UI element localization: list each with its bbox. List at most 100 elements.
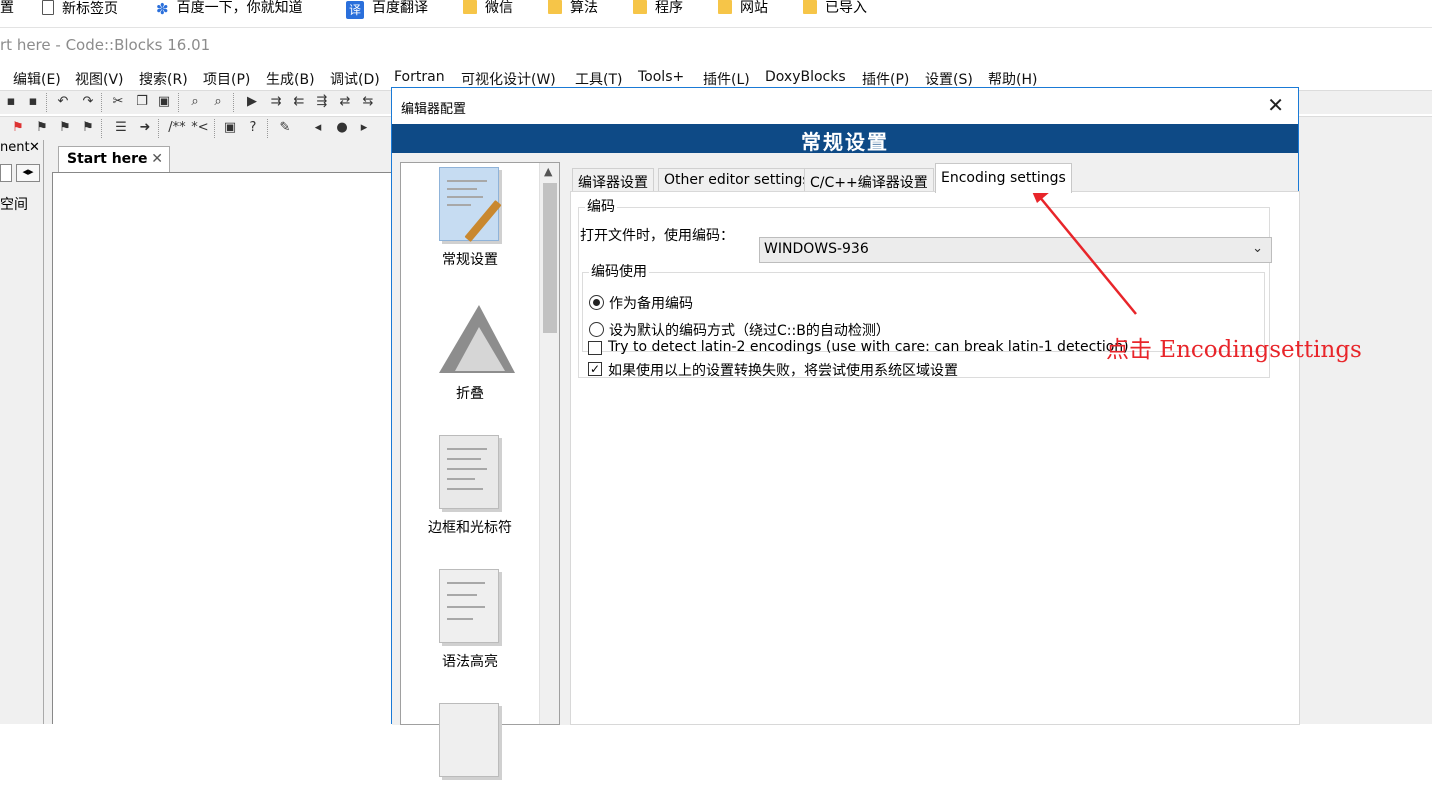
folder-icon <box>463 0 477 14</box>
tab-compiler-settings[interactable]: 编译器设置 <box>572 168 654 192</box>
category-general-settings[interactable]: 常规设置 <box>401 165 539 269</box>
category-syntax-highlight[interactable]: 语法高亮 <box>401 567 539 671</box>
bookmark-folder-algorithms[interactable]: 算法 <box>548 0 598 18</box>
menu-help[interactable]: 帮助(H) <box>988 69 1037 89</box>
forward-icon[interactable]: ▸ <box>356 120 372 136</box>
menu-edit[interactable]: 编辑(E) <box>13 69 61 89</box>
doxy-help-icon[interactable]: ? <box>245 120 261 136</box>
panel-tab-projects[interactable] <box>0 164 12 182</box>
step-out-icon[interactable]: ⇇ <box>291 94 307 110</box>
default-encoding-label[interactable]: 设为默认的编码方式（绕过C::B的自动检测） <box>609 320 890 340</box>
close-icon[interactable]: ✕ <box>1267 94 1284 116</box>
system-locale-checkbox[interactable]: ✓ <box>588 362 602 376</box>
wrench-icon[interactable]: ✎ <box>277 120 293 136</box>
editor-canvas[interactable] <box>52 172 392 724</box>
bookmark-baidu[interactable]: ✽ 百度一下，你就知道 <box>156 0 303 18</box>
menu-settings[interactable]: 设置(S) <box>925 69 973 89</box>
menu-visual-design[interactable]: 可视化设计(W) <box>461 69 556 89</box>
doxywizard-icon[interactable]: ▣ <box>222 120 238 136</box>
fallback-encoding-label[interactable]: 作为备用编码 <box>609 293 693 313</box>
doxy-block-comment-button[interactable]: /** <box>167 120 187 136</box>
next-bookmark-icon[interactable]: ⚑ <box>57 120 73 136</box>
chevron-up-icon[interactable]: ▲ <box>544 165 552 178</box>
bookmark-label: 新标签页 <box>62 1 118 17</box>
doxy-line-comment-button[interactable]: *< <box>190 120 210 136</box>
system-locale-label[interactable]: 如果使用以上的设置转换失败，将尝试使用系统区域设置 <box>608 360 958 380</box>
menu-tools[interactable]: 工具(T) <box>575 69 622 89</box>
syntax-highlight-icon <box>435 567 505 645</box>
save-all-icon[interactable]: ▪ <box>25 94 41 110</box>
latin2-detect-label[interactable]: Try to detect latin-2 encodings (use wit… <box>608 339 1129 355</box>
close-icon[interactable]: ✕ <box>29 140 40 155</box>
category-scrollbar[interactable]: ▲ <box>539 163 559 724</box>
prev-bookmark-icon[interactable]: ⚑ <box>34 120 50 136</box>
category-margins-caret[interactable]: 边框和光标符 <box>401 433 539 537</box>
jump-icon[interactable]: ➜ <box>137 120 153 136</box>
back-icon[interactable]: ◂ <box>310 120 326 136</box>
bookmark-new-tab[interactable]: 新标签页 <box>42 0 118 18</box>
category-label: 边框和光标符 <box>428 520 512 536</box>
bookmark-partial[interactable]: 置 <box>0 0 14 18</box>
menu-tools-plus[interactable]: Tools+ <box>638 69 684 85</box>
workspace-item[interactable]: 空间 <box>0 194 28 214</box>
category-next[interactable] <box>401 701 539 785</box>
folder-icon <box>633 0 647 14</box>
close-icon[interactable]: ✕ <box>151 151 163 167</box>
next-instruction-icon[interactable]: ⇄ <box>337 94 353 110</box>
fallback-encoding-radio[interactable] <box>589 295 604 310</box>
bookmark-folder-imported[interactable]: 已导入 <box>803 0 867 18</box>
tab-start-here[interactable]: Start here ✕ <box>58 146 170 172</box>
bookmark-flag-icon[interactable]: ⚑ <box>10 120 26 136</box>
cut-icon[interactable]: ✂ <box>110 94 126 110</box>
next-line-icon[interactable]: ⇶ <box>314 94 330 110</box>
panel-tab-arrows-icon[interactable]: ◂▸ <box>16 164 40 182</box>
bookmark-baidu-translate[interactable]: 译百度翻译 <box>346 0 428 19</box>
run-icon[interactable]: ▶ <box>244 94 260 110</box>
menu-view[interactable]: 视图(V) <box>75 69 124 89</box>
category-label: 常规设置 <box>442 252 498 268</box>
scrollbar-thumb[interactable] <box>543 183 557 333</box>
tab-cpp-compiler-settings[interactable]: C/C++编译器设置 <box>804 168 934 192</box>
management-tab-label[interactable]: nent <box>0 140 30 155</box>
toolbar-separator <box>178 93 180 112</box>
encoding-usage-title: 编码使用 <box>589 264 649 280</box>
menu-build[interactable]: 生成(B) <box>266 69 315 89</box>
latin2-detect-checkbox[interactable] <box>588 341 602 355</box>
stack-icon[interactable]: ☰ <box>113 120 129 136</box>
dialog-title: 编辑器配置 <box>401 102 467 117</box>
default-encoding-radio[interactable] <box>589 322 604 337</box>
bookmark-folder-wechat[interactable]: 微信 <box>463 0 513 18</box>
toolbar-separator <box>101 93 103 112</box>
management-panel: nent ✕ ◂▸ 空间 <box>0 140 44 724</box>
dialog-titlebar[interactable]: 编辑器配置 ✕ <box>392 88 1298 124</box>
menu-debug[interactable]: 调试(D) <box>330 69 380 89</box>
bookmark-label: 已导入 <box>825 0 867 16</box>
break-icon[interactable]: ⇆ <box>360 94 376 110</box>
copy-icon[interactable]: ❐ <box>134 94 150 110</box>
menu-plugins-l[interactable]: 插件(L) <box>703 69 750 89</box>
settings-panel: 编译器设置 Other editor settings C/C++编译器设置 E… <box>568 162 1300 725</box>
undo-icon[interactable]: ↶ <box>55 94 71 110</box>
menu-fortran[interactable]: Fortran <box>394 69 445 85</box>
clear-bookmarks-icon[interactable]: ⚑ <box>80 120 96 136</box>
toolbar-separator <box>214 119 216 138</box>
baidu-paw-icon: ✽ <box>156 0 169 18</box>
redo-icon[interactable]: ↷ <box>80 94 96 110</box>
tab-other-editor-settings[interactable]: Other editor settings <box>658 168 816 192</box>
step-into-icon[interactable]: ⇉ <box>268 94 284 110</box>
paste-icon[interactable]: ▣ <box>156 94 172 110</box>
replace-icon[interactable]: ⌕ <box>210 94 226 110</box>
bookmark-folder-programs[interactable]: 程序 <box>633 0 683 18</box>
menu-search[interactable]: 搜索(R) <box>139 69 188 89</box>
menu-plugins-p[interactable]: 插件(P) <box>862 69 909 89</box>
category-folding[interactable]: 折叠 <box>401 299 539 403</box>
dot-icon[interactable]: ● <box>334 120 350 136</box>
menu-project[interactable]: 项目(P) <box>203 69 250 89</box>
find-icon[interactable]: ⌕ <box>187 94 203 110</box>
section-banner-title: 常规设置 <box>801 130 889 154</box>
translate-icon: 译 <box>346 1 364 19</box>
menu-doxyblocks[interactable]: DoxyBlocks <box>765 69 846 85</box>
bookmark-folder-websites[interactable]: 网站 <box>718 0 768 18</box>
tab-encoding-settings[interactable]: Encoding settings <box>935 163 1072 193</box>
save-icon[interactable]: ▪ <box>3 94 19 110</box>
